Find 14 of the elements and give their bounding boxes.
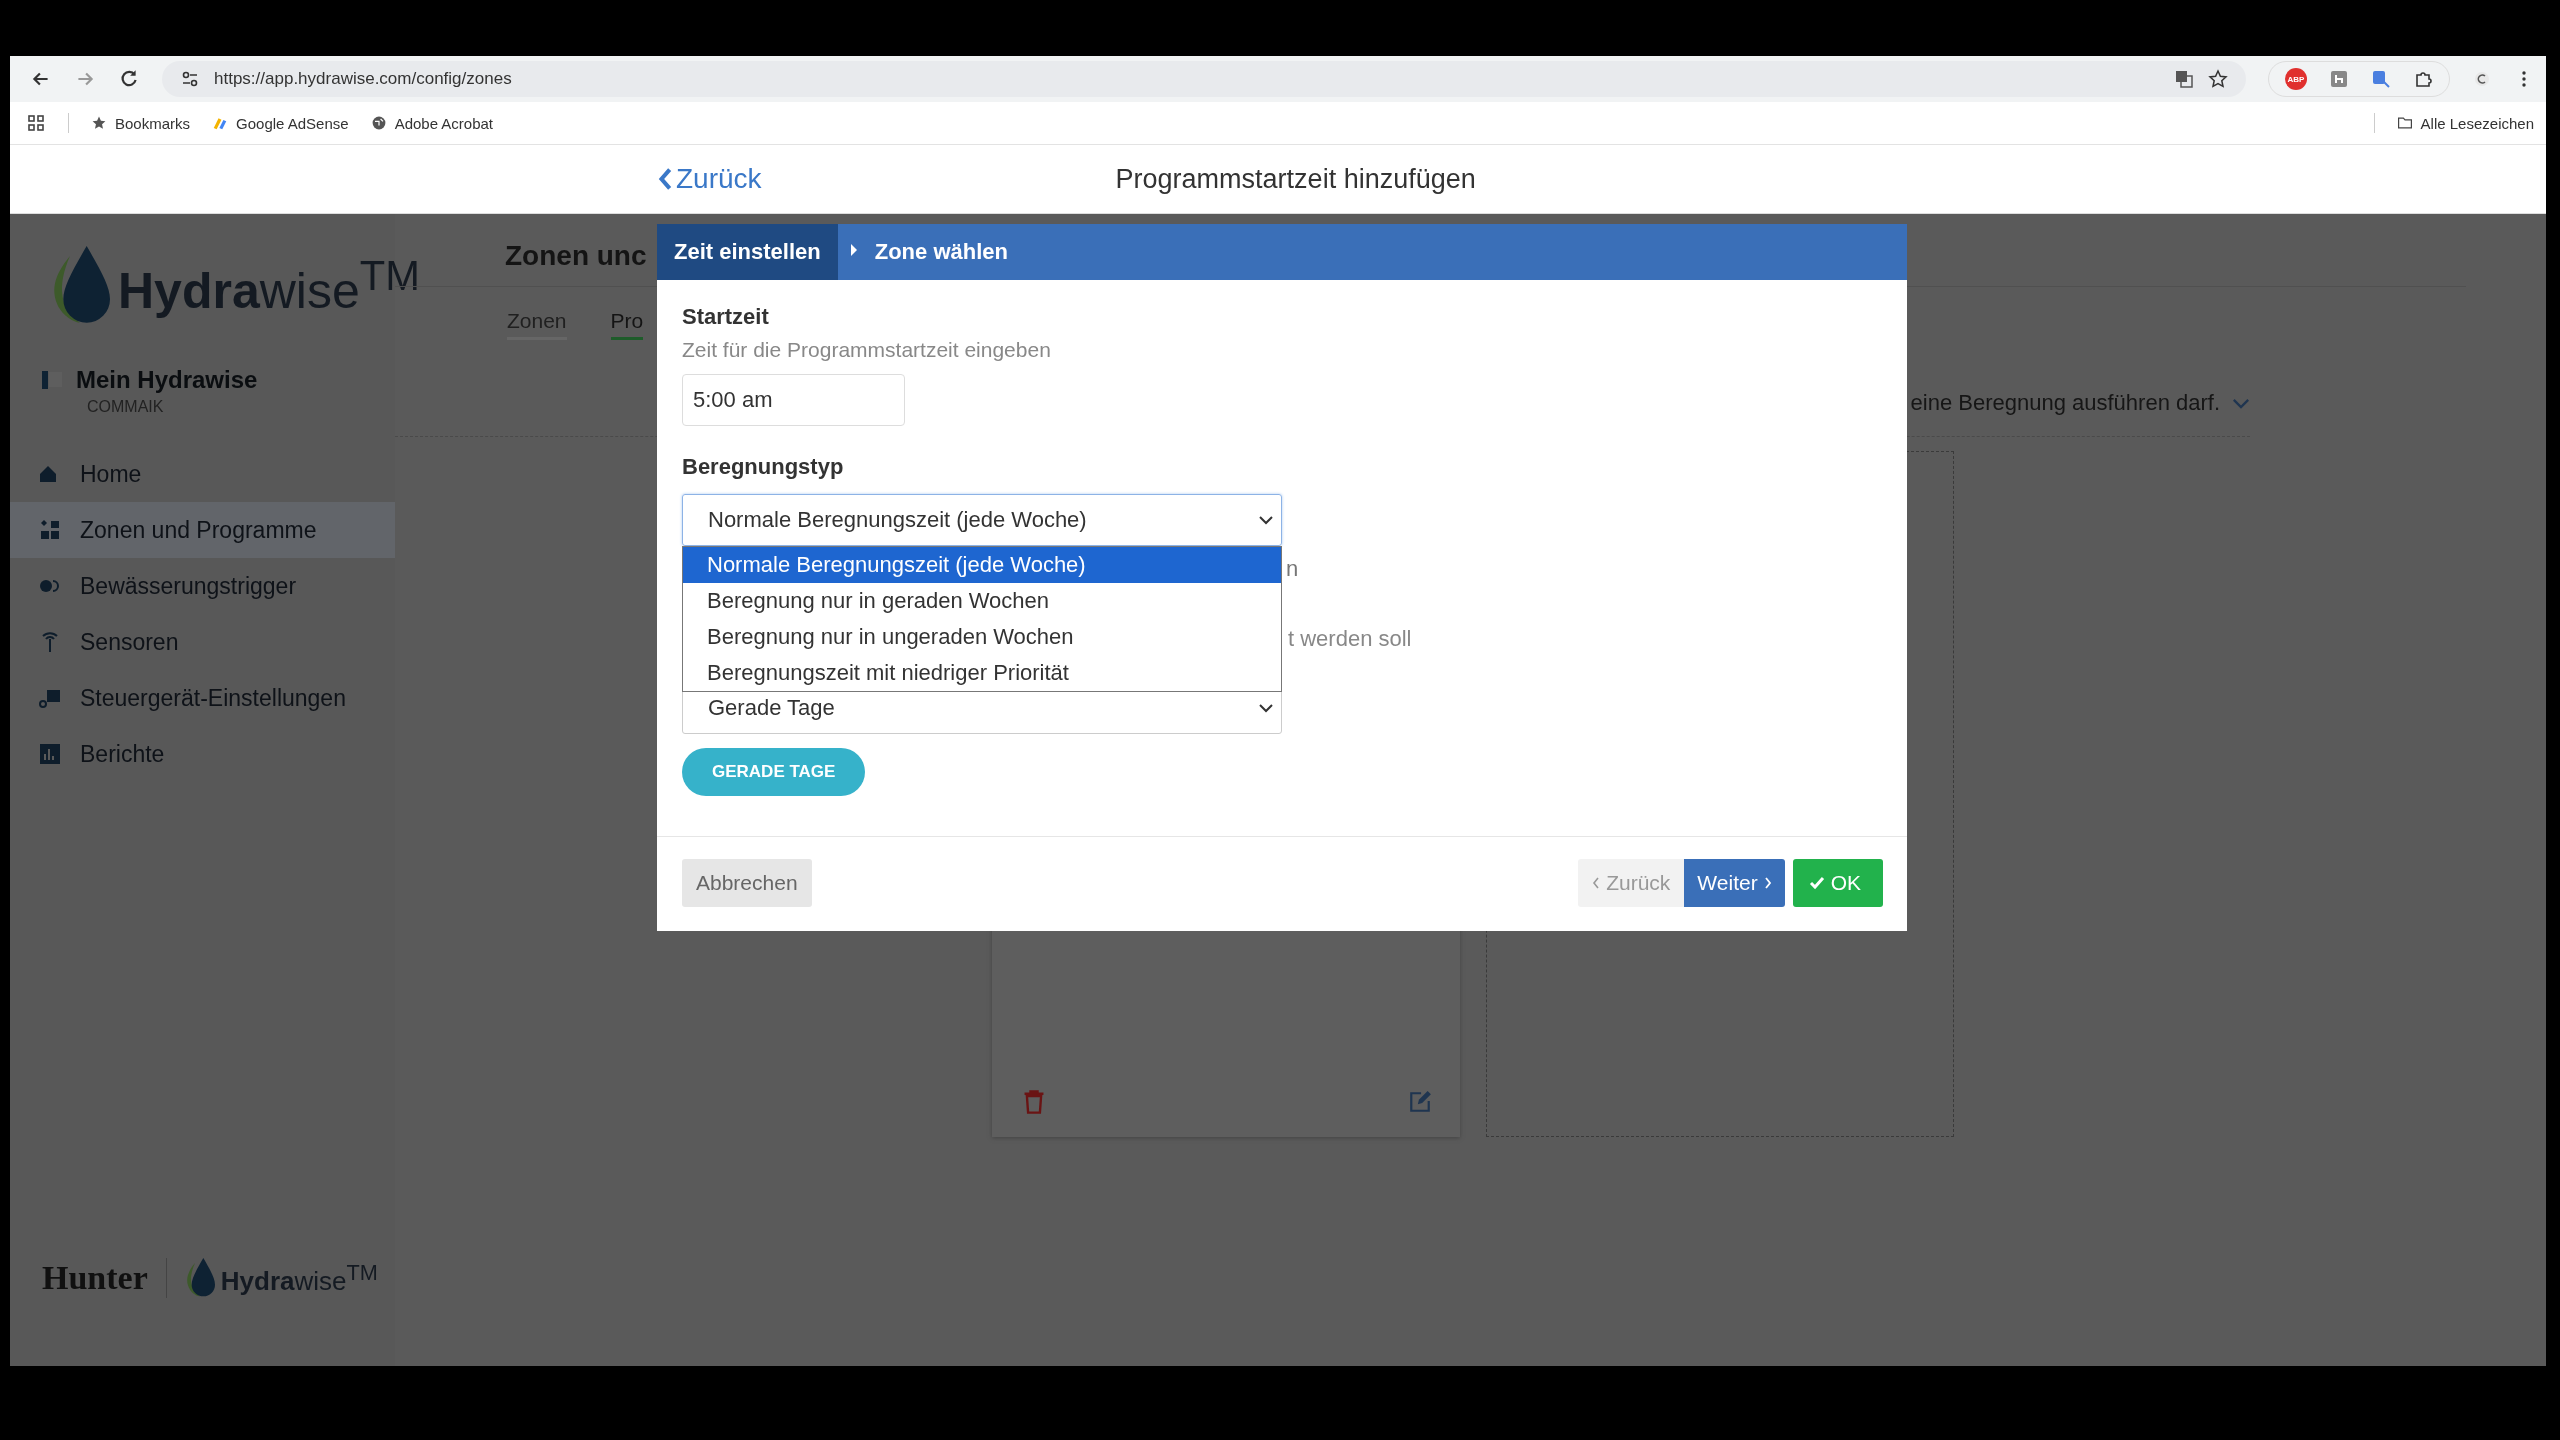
field-label: Startzeit — [682, 304, 769, 330]
back-button: Zurück — [1578, 859, 1685, 907]
field-label: Beregnungstyp — [682, 454, 844, 480]
url-text: https://app.hydrawise.com/config/zones — [214, 69, 512, 89]
field-hint: Zeit für die Programmstartzeit eingeben — [682, 338, 1051, 362]
account-name: Mein Hydrawise — [76, 366, 258, 394]
brand-logo-text: Hunter — [42, 1259, 148, 1297]
description-text: eine Beregnung ausführen darf. — [1910, 390, 2220, 416]
logo-text: Hydrawise$^{TM}$ — [220, 1259, 378, 1297]
page-heading: Zonen unc — [505, 240, 647, 271]
field-hint: t werden soll — [1288, 626, 1412, 651]
logo-text: Hydrawise$^{TM}$ — [118, 252, 420, 320]
dialog-title: Programmstartzeit hinzufügen — [1115, 163, 1476, 195]
field-label: n — [1286, 556, 1299, 581]
